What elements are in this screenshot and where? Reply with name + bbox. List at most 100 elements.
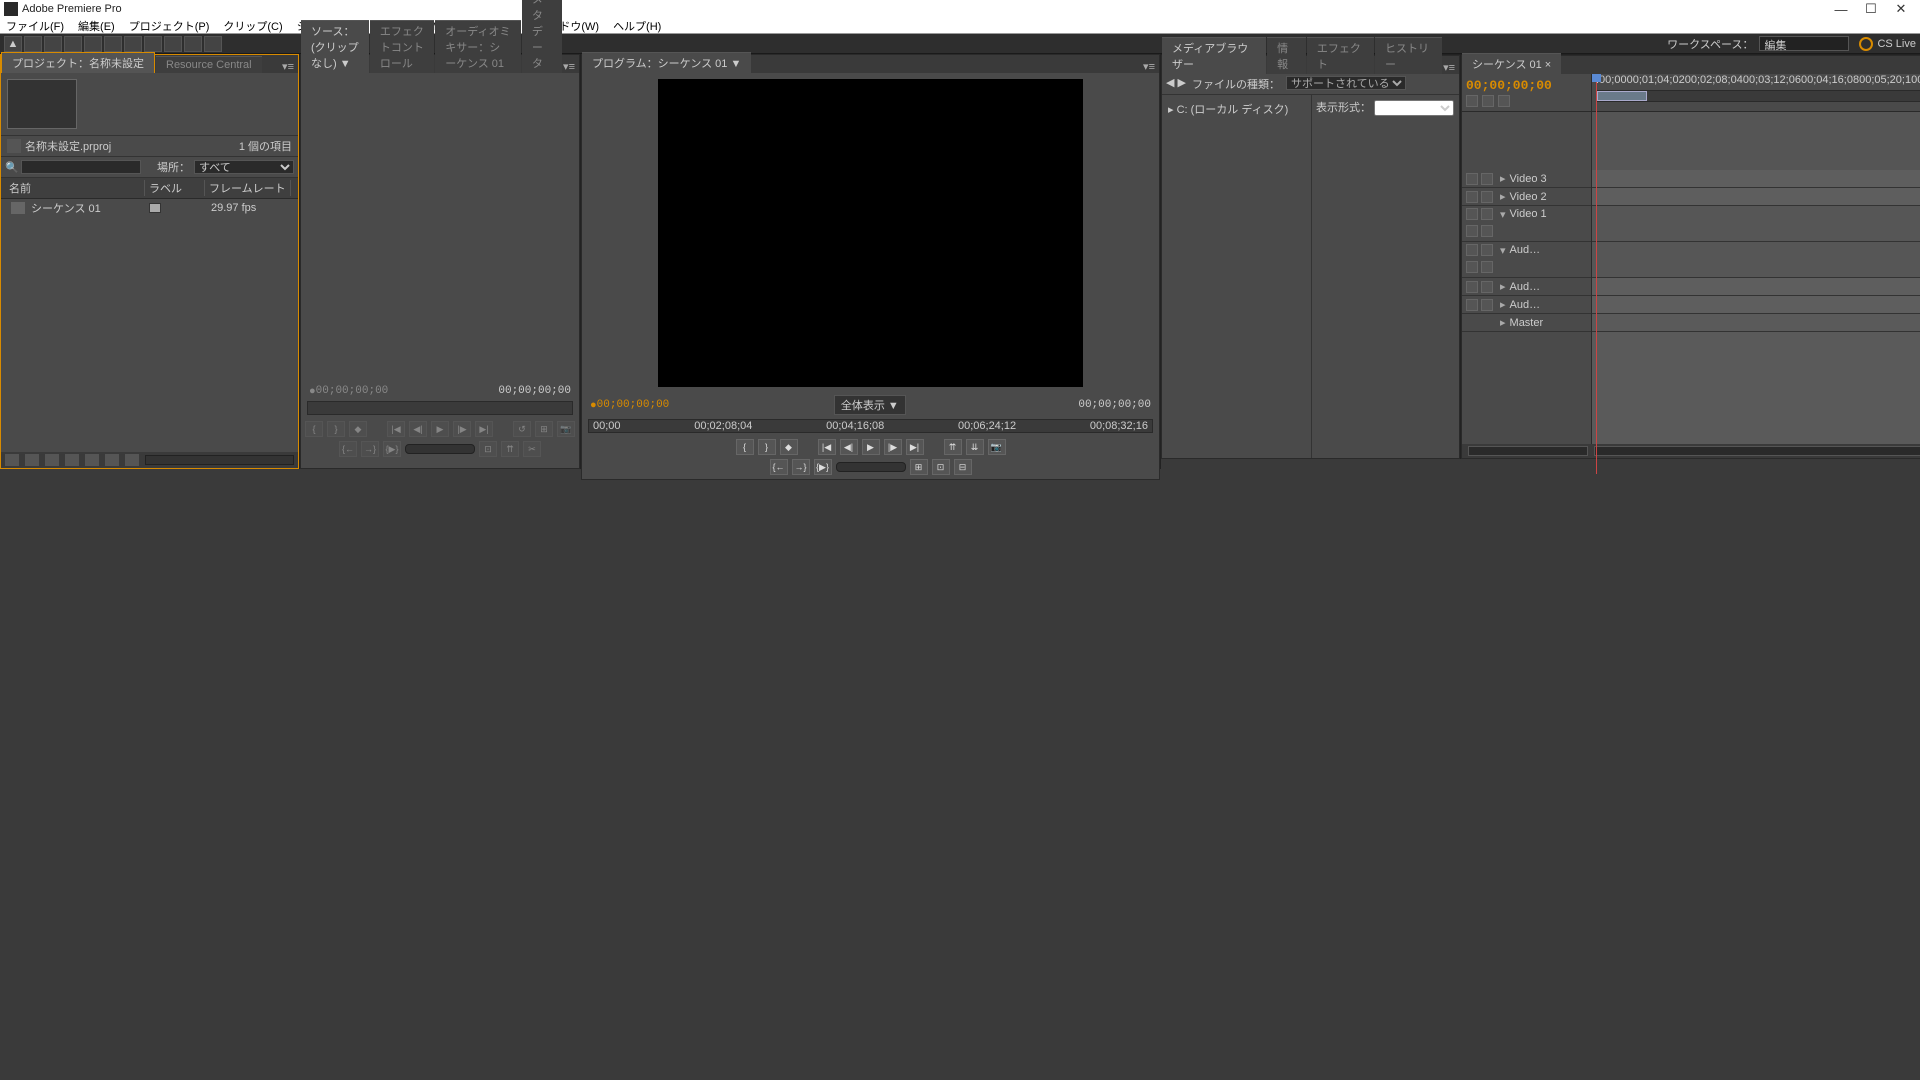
timeline-ruler[interactable]: :00;00 00;01;04;02 00;02;08;04 00;03;12;…: [1592, 74, 1920, 111]
step-fwd-button[interactable]: |▶: [453, 421, 471, 437]
speaker-icon[interactable]: [1466, 299, 1478, 311]
tab-effects[interactable]: エフェクト: [1307, 37, 1374, 74]
multicam-button[interactable]: ⊡: [932, 459, 950, 475]
track-content-area[interactable]: [1592, 112, 1920, 444]
mark-in-button[interactable]: {: [736, 439, 754, 455]
project-item-row[interactable]: シーケンス 01 29.97 fps: [1, 199, 298, 217]
track-video2[interactable]: ▸Video 2: [1462, 188, 1591, 206]
export-frame-button[interactable]: 📷: [988, 439, 1006, 455]
program-tc-current[interactable]: 00;00;00;00: [597, 399, 670, 411]
goto-prev-button[interactable]: {←: [770, 459, 788, 475]
eye-icon[interactable]: [1466, 173, 1478, 185]
goto-out-button[interactable]: ▶|: [475, 421, 493, 437]
track-video1[interactable]: ▾Video 1: [1462, 206, 1591, 242]
tab-source[interactable]: ソース：(クリップなし) ▼: [301, 20, 369, 73]
track-select-tool-icon[interactable]: [24, 36, 42, 52]
panel-menu-icon[interactable]: ▾≡: [282, 60, 294, 73]
tab-resource-central[interactable]: Resource Central: [156, 56, 262, 73]
track-row-v2[interactable]: [1592, 188, 1920, 206]
list-view-icon[interactable]: [5, 454, 19, 466]
track-row-v3[interactable]: [1592, 170, 1920, 188]
timeline-workarea[interactable]: [1596, 90, 1920, 102]
new-bin-icon[interactable]: [85, 454, 99, 466]
extract-button[interactable]: ✂: [523, 441, 541, 457]
mark-out-button[interactable]: }: [327, 421, 345, 437]
menu-file[interactable]: ファイル(F): [6, 18, 64, 34]
icon-view-icon[interactable]: [25, 454, 39, 466]
mark-in-button[interactable]: {: [305, 421, 323, 437]
step-fwd-button[interactable]: |▶: [884, 439, 902, 455]
delete-icon[interactable]: [125, 454, 139, 466]
lock-icon[interactable]: [1481, 299, 1493, 311]
slip-tool-icon[interactable]: [124, 36, 142, 52]
loop-button[interactable]: ↺: [513, 421, 531, 437]
filetype-select[interactable]: サポートされているすべてのフ…: [1286, 76, 1406, 90]
tab-project[interactable]: プロジェクト：名称未設定: [1, 52, 155, 73]
track-row-a1[interactable]: [1592, 242, 1920, 278]
track-row-master[interactable]: [1592, 314, 1920, 332]
speaker-icon[interactable]: [1466, 244, 1478, 256]
find-icon[interactable]: [65, 454, 79, 466]
lock-icon[interactable]: [1481, 281, 1493, 293]
rolling-edit-tool-icon[interactable]: [64, 36, 82, 52]
track-audio3[interactable]: ▸Aud…: [1462, 296, 1591, 314]
col-label[interactable]: ラベル: [145, 180, 205, 196]
track-row-v1[interactable]: [1592, 206, 1920, 242]
menu-clip[interactable]: クリップ(C): [223, 18, 282, 34]
source-ruler[interactable]: [307, 401, 573, 415]
keyframe-icon[interactable]: [1466, 225, 1478, 237]
trim-button[interactable]: ⊞: [910, 459, 928, 475]
cs-live-button[interactable]: CS Live: [1859, 37, 1916, 51]
lock-icon[interactable]: [1481, 208, 1493, 220]
track-row-a3[interactable]: [1592, 296, 1920, 314]
fit-select[interactable]: 全体表示 ▼: [834, 395, 906, 415]
pen-tool-icon[interactable]: [164, 36, 182, 52]
insert-button[interactable]: {←: [339, 441, 357, 457]
workarea-handle[interactable]: [1597, 91, 1647, 101]
source-tc-in[interactable]: 00;00;00;00: [316, 385, 389, 397]
overlay-button[interactable]: ⊡: [479, 441, 497, 457]
minimize-button[interactable]: —: [1826, 2, 1856, 17]
razor-tool-icon[interactable]: [104, 36, 122, 52]
project-search-input[interactable]: [21, 160, 141, 174]
eye-icon[interactable]: [1466, 191, 1478, 203]
export-frame-button[interactable]: 📷: [557, 421, 575, 437]
track-master[interactable]: ▸Master: [1462, 314, 1591, 332]
opacity-icon[interactable]: [1481, 225, 1493, 237]
tab-info[interactable]: 情報: [1267, 37, 1306, 74]
marker-button[interactable]: ◆: [349, 421, 367, 437]
volume-icon[interactable]: [1481, 261, 1493, 273]
hand-tool-icon[interactable]: [184, 36, 202, 52]
project-hscroll[interactable]: [145, 455, 294, 465]
goto-out-button[interactable]: ▶|: [906, 439, 924, 455]
ripple-edit-tool-icon[interactable]: [44, 36, 62, 52]
timeline-zoom-slider[interactable]: [1468, 446, 1588, 456]
shuttle-slider[interactable]: [405, 444, 475, 454]
track-audio2[interactable]: ▸Aud…: [1462, 278, 1591, 296]
timeline-hscroll[interactable]: [1594, 446, 1920, 456]
step-back-button[interactable]: ◀|: [840, 439, 858, 455]
snap-icon[interactable]: [1466, 95, 1478, 107]
drive-item[interactable]: ▸ C: (ローカル ディスク): [1166, 99, 1307, 119]
shuttle-slider[interactable]: [836, 462, 906, 472]
tab-audio-mixer[interactable]: オーディオミキサー：シーケンス 01: [435, 20, 521, 73]
tab-effect-controls[interactable]: エフェクトコントロール: [370, 20, 434, 73]
play-inout-button[interactable]: {▶}: [383, 441, 401, 457]
goto-in-button[interactable]: |◀: [818, 439, 836, 455]
lift-button[interactable]: ⇈: [501, 441, 519, 457]
col-framerate[interactable]: フレームレート: [205, 180, 291, 196]
tab-media-browser[interactable]: メディアブラウザー: [1162, 37, 1266, 74]
track-row-a2[interactable]: [1592, 278, 1920, 296]
rate-stretch-tool-icon[interactable]: [84, 36, 102, 52]
menu-help[interactable]: ヘルプ(H): [613, 18, 661, 34]
label-swatch[interactable]: [149, 203, 161, 213]
workspace-select[interactable]: 編集: [1759, 36, 1849, 51]
tab-timeline-sequence[interactable]: シーケンス 01 ×: [1462, 53, 1561, 74]
play-button[interactable]: ▶: [431, 421, 449, 437]
goto-next-button[interactable]: →}: [792, 459, 810, 475]
settings-icon[interactable]: [1498, 95, 1510, 107]
safe-margins-button[interactable]: ⊟: [954, 459, 972, 475]
step-back-button[interactable]: ◀|: [409, 421, 427, 437]
track-video3[interactable]: ▸Video 3: [1462, 170, 1591, 188]
new-item-icon[interactable]: [105, 454, 119, 466]
